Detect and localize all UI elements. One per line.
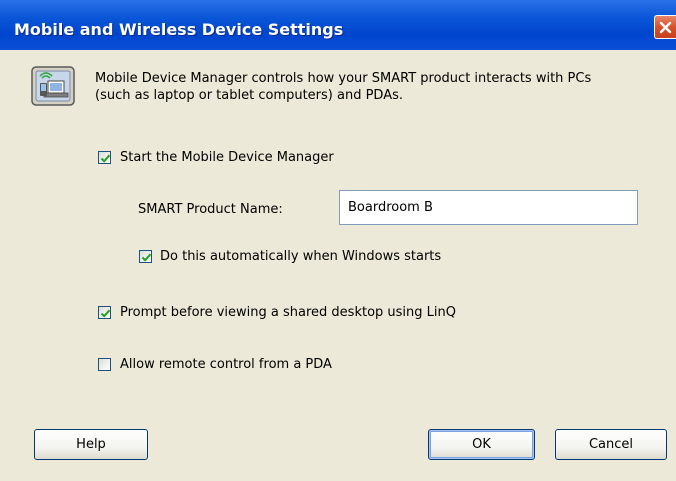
mobile-device-icon xyxy=(30,65,78,109)
dialog-body xyxy=(0,50,676,481)
title-bar[interactable]: Mobile and Wireless Device Settings xyxy=(0,0,676,50)
cancel-button[interactable]: Cancel xyxy=(555,429,667,460)
window-title: Mobile and Wireless Device Settings xyxy=(14,20,344,39)
close-icon xyxy=(659,21,672,34)
remote-pda-checkbox[interactable] xyxy=(98,358,111,371)
checkmark-icon xyxy=(100,154,111,163)
prompt-linq-label[interactable]: Prompt before viewing a shared desktop u… xyxy=(120,305,456,320)
ok-button[interactable]: OK xyxy=(428,429,535,460)
checkmark-icon xyxy=(100,309,111,318)
intro-line-1: Mobile Device Manager controls how your … xyxy=(95,71,592,86)
remote-pda-label[interactable]: Allow remote control from a PDA xyxy=(120,357,332,372)
help-button[interactable]: Help xyxy=(34,429,148,460)
start-manager-label[interactable]: Start the Mobile Device Manager xyxy=(120,150,334,165)
checkmark-icon xyxy=(141,253,152,262)
close-button[interactable] xyxy=(654,15,676,39)
auto-start-label[interactable]: Do this automatically when Windows start… xyxy=(160,249,441,264)
prompt-linq-checkbox[interactable] xyxy=(98,306,111,319)
intro-description: Mobile Device Manager controls how your … xyxy=(95,70,670,104)
product-name-label: SMART Product Name: xyxy=(138,202,283,217)
intro-line-2: (such as laptop or tablet computers) and… xyxy=(95,88,404,103)
product-name-input[interactable] xyxy=(339,190,638,225)
auto-start-checkbox[interactable] xyxy=(139,250,152,263)
start-manager-checkbox[interactable] xyxy=(98,151,111,164)
